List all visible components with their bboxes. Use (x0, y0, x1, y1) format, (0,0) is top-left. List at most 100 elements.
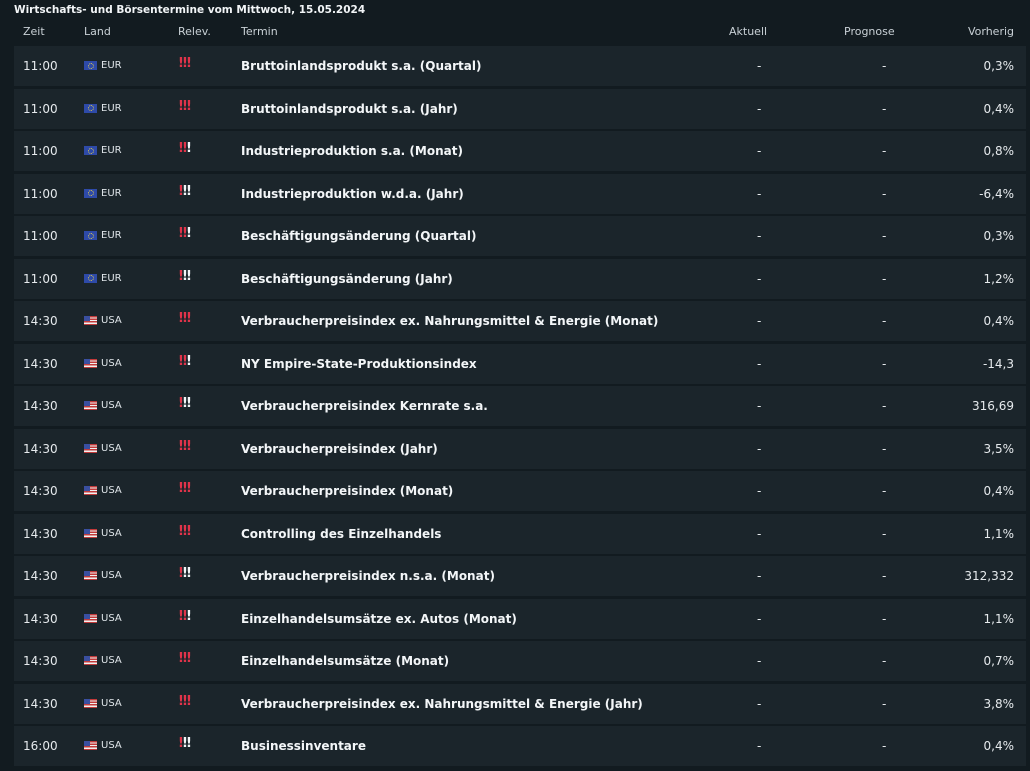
event-country: EUR (84, 145, 122, 156)
event-previous: -14,3 (982, 356, 1014, 371)
event-name[interactable]: Verbraucherpreisindex n.s.a. (Monat) (241, 569, 495, 583)
event-name[interactable]: Businessinventare (241, 739, 366, 753)
table-row[interactable]: 14:30 USA!!! Verbraucherpreisindex (Jahr) -… (14, 428, 1026, 469)
table-row[interactable]: 11:00 EUR!!! Industrieproduktion w.d.a. (J… (14, 173, 1026, 214)
exclamation-icon: ! (186, 56, 192, 71)
table-row[interactable]: 14:30 USA!!! Verbraucherpreisindex (Monat)… (14, 471, 1026, 511)
event-country-code: EUR (101, 145, 122, 156)
eu-flag-icon (84, 146, 97, 155)
event-name[interactable]: Verbraucherpreisindex ex. Nahrungsmittel… (241, 314, 658, 328)
us-flag-icon (84, 486, 97, 495)
event-time: 11:00 (23, 271, 58, 286)
event-name[interactable]: Verbraucherpreisindex (Jahr) (241, 442, 438, 456)
event-name[interactable]: Einzelhandelsumsätze ex. Autos (Monat) (241, 612, 517, 626)
exclamation-icon: ! (186, 523, 192, 539)
table-row[interactable]: 14:30 USA!!! Einzelhandelsumsätze (Monat) -… (14, 641, 1026, 681)
events-table: 11:00 EUR!!! Bruttoinlandsprodukt s.a. (Qu… (14, 46, 1026, 769)
relevance-icon: !!! (178, 693, 192, 709)
exclamation-icon: ! (186, 736, 192, 751)
event-time: 14:30 (23, 484, 58, 498)
event-time: 14:30 (23, 654, 58, 668)
relevance-icon: !!! (178, 269, 192, 284)
event-forecast: - (882, 441, 887, 456)
column-header-termin[interactable]: Termin (241, 25, 278, 38)
column-header-vorherig[interactable]: Vorherig (968, 25, 1014, 38)
event-name[interactable]: Bruttoinlandsprodukt s.a. (Quartal) (241, 59, 481, 73)
event-name[interactable]: Bruttoinlandsprodukt s.a. (Jahr) (241, 102, 458, 116)
eu-flag-icon (84, 231, 97, 240)
exclamation-icon: ! (186, 651, 192, 666)
column-header-zeit[interactable]: Zeit (23, 25, 45, 38)
event-name[interactable]: Beschäftigungsänderung (Quartal) (241, 229, 476, 243)
event-country-code: USA (101, 697, 122, 709)
us-flag-icon (84, 613, 97, 623)
event-name[interactable]: NY Empire-State-Produktionsindex (241, 357, 477, 371)
us-flag-icon (84, 358, 97, 368)
event-forecast: - (882, 569, 887, 583)
event-country-code: EUR (101, 187, 122, 199)
table-row[interactable]: 14:30 USA!!! Verbraucherpreisindex ex. Nah… (14, 683, 1026, 724)
event-name[interactable]: Verbraucherpreisindex ex. Nahrungsmittel… (241, 697, 643, 711)
relevance-icon: !!! (178, 481, 192, 496)
exclamation-icon: ! (186, 353, 192, 369)
exclamation-icon: ! (186, 693, 192, 709)
event-time: 14:30 (23, 569, 58, 583)
table-row[interactable]: 14:30 USA!!! Einzelhandelsumsätze ex. Auto… (14, 598, 1026, 639)
event-previous: 3,8% (983, 696, 1015, 711)
event-name[interactable]: Verbraucherpreisindex (Monat) (241, 484, 453, 498)
event-country-code: EUR (101, 60, 122, 71)
exclamation-icon: ! (186, 566, 192, 581)
relevance-icon: !!! (178, 439, 192, 454)
event-forecast: - (882, 739, 887, 753)
event-country: USA (84, 400, 122, 411)
column-header-land[interactable]: Land (84, 25, 111, 38)
table-row[interactable]: 11:00 EUR!!! Beschäftigungsänderung (Jahr)… (14, 258, 1026, 299)
relevance-icon: !!! (178, 311, 192, 326)
event-country-code: EUR (101, 230, 122, 241)
event-actual: - (757, 271, 762, 286)
event-country-code: EUR (101, 272, 122, 284)
event-name[interactable]: Einzelhandelsumsätze (Monat) (241, 654, 449, 668)
event-forecast: - (882, 696, 887, 711)
exclamation-icon: ! (186, 141, 192, 156)
event-name[interactable]: Beschäftigungsänderung (Jahr) (241, 272, 453, 286)
event-country: USA (84, 485, 122, 496)
us-flag-icon (84, 316, 97, 325)
table-row[interactable]: 14:30 USA!!! Verbraucherpreisindex ex. Nah… (14, 301, 1026, 341)
event-actual: - (757, 739, 762, 753)
event-name[interactable]: Industrieproduktion s.a. (Monat) (241, 144, 463, 158)
table-row[interactable]: 14:30 USA!!! Verbraucherpreisindex Kernrat… (14, 386, 1026, 426)
event-country-code: USA (101, 740, 122, 751)
table-row[interactable]: 11:00 EUR!!! Beschäftigungsänderung (Quart… (14, 216, 1026, 256)
table-row[interactable]: 14:30 USA!!! Verbraucherpreisindex n.s.a. … (14, 556, 1026, 596)
event-country: USA (84, 528, 122, 539)
column-header-aktuell[interactable]: Aktuell (729, 25, 767, 38)
event-previous: 1,1% (983, 526, 1015, 541)
event-time: 11:00 (23, 101, 58, 116)
table-row[interactable]: 11:00 EUR!!! Industrieproduktion s.a. (Mon… (14, 131, 1026, 171)
table-row[interactable]: 14:30 USA!!! NY Empire-State-Produktionsin… (14, 343, 1026, 384)
event-forecast: - (882, 484, 887, 498)
event-country: EUR (84, 60, 122, 71)
event-forecast: - (882, 101, 887, 116)
table-row[interactable]: 14:30 USA!!! Controlling des Einzelhandels… (14, 513, 1026, 554)
event-country: USA (84, 698, 122, 709)
event-name[interactable]: Verbraucherpreisindex Kernrate s.a. (241, 399, 488, 413)
event-time: 14:30 (23, 441, 58, 456)
event-time: 14:30 (23, 611, 58, 626)
event-country-code: USA (101, 442, 122, 454)
event-country: USA (84, 443, 122, 454)
column-header-relev[interactable]: Relev. (178, 25, 211, 38)
table-row[interactable]: 11:00 EUR!!! Bruttoinlandsprodukt s.a. (Qu… (14, 46, 1026, 86)
event-name[interactable]: Controlling des Einzelhandels (241, 527, 441, 541)
us-flag-icon (84, 528, 97, 538)
event-forecast: - (882, 611, 887, 626)
event-forecast: - (882, 59, 887, 73)
event-country: EUR (84, 230, 122, 241)
event-country: USA (84, 655, 122, 666)
table-row[interactable]: 16:00 USA!!! Businessinventare - - 0,4% (14, 726, 1026, 766)
column-header-prognose[interactable]: Prognose (844, 25, 895, 38)
table-row[interactable]: 11:00 EUR!!! Bruttoinlandsprodukt s.a. (Ja… (14, 88, 1026, 129)
event-name[interactable]: Industrieproduktion w.d.a. (Jahr) (241, 187, 464, 201)
us-flag-icon (84, 401, 97, 410)
